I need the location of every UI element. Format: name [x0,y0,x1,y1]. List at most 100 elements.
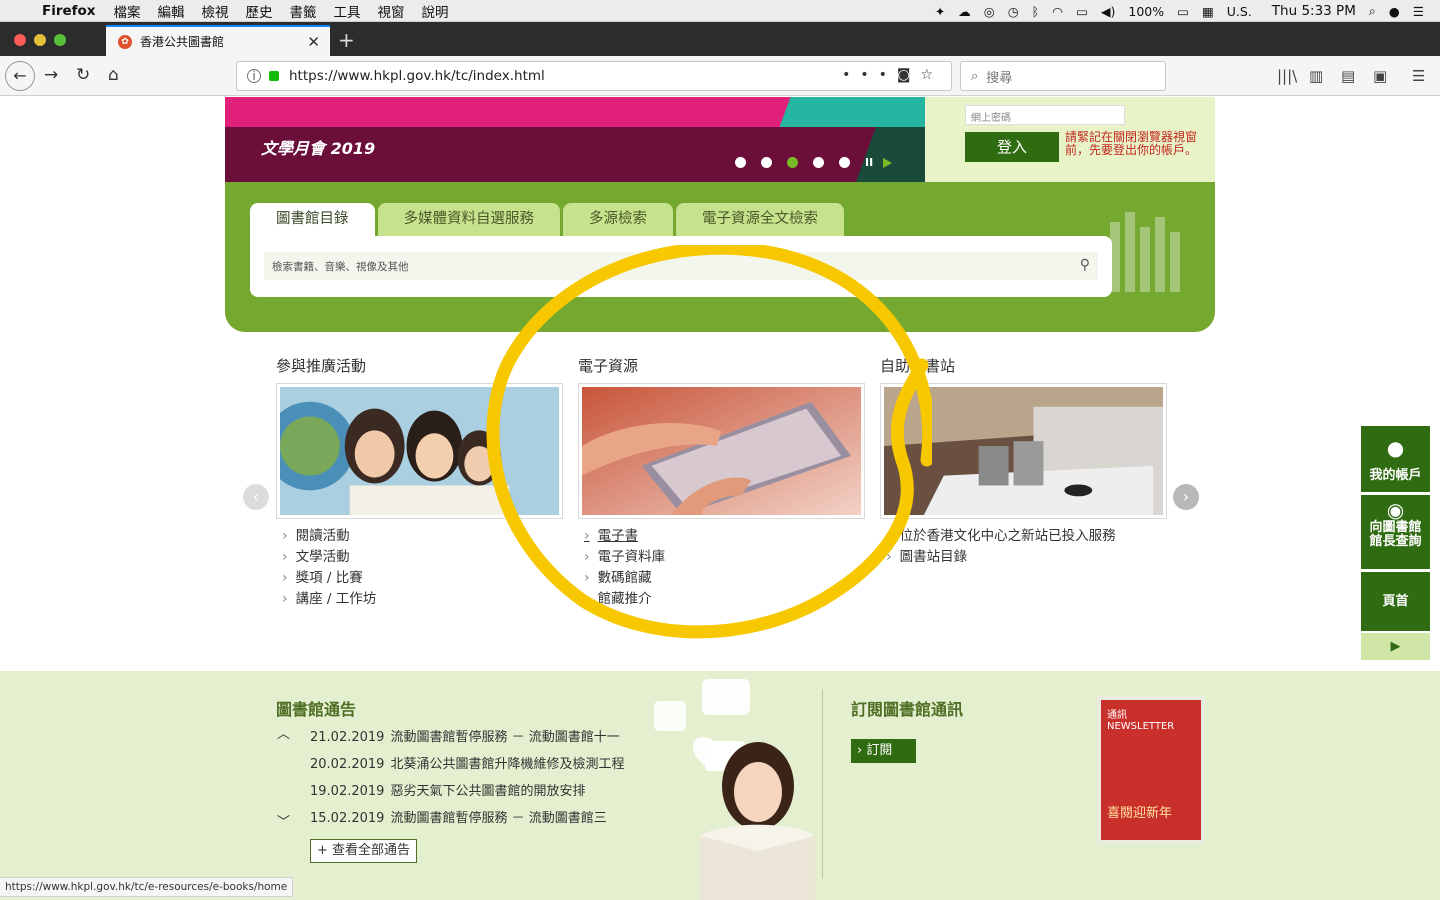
siri-icon[interactable]: ● [1389,4,1400,19]
notice-item[interactable]: 15.02.2019 流動圖書館暫停服務 － 流動圖書館三 [310,805,624,832]
carousel-prev-icon[interactable]: ‹ [243,484,269,510]
pause-icon[interactable]: II [865,156,873,169]
link-collection-highlights[interactable]: 館藏推介 [584,589,665,610]
menu-bookmarks[interactable]: 書籤 [290,1,317,21]
carousel-dot[interactable] [839,157,850,168]
battery-percent[interactable]: 100% [1128,4,1164,19]
scroll-up-icon[interactable]: ︿ [277,723,290,742]
battery-icon[interactable]: ▭ [1177,4,1189,19]
browser-tabstrip: ✿ 香港公共圖書館 ✕ + [0,22,1440,56]
menubar-status-area: ✦ ☁ ◎ ◷ ᛒ ◠ ▭ ◀) 100% ▭ ▦ U.S. Thu 5:33 … [922,0,1440,22]
bookmark-star-icon[interactable]: ☆ [920,67,943,83]
reload-button[interactable]: ↻ [76,65,90,85]
notification-center-icon[interactable]: ☰ [1413,4,1424,19]
expand-arrow-icon[interactable]: ▶ [1361,633,1430,660]
banner-stripe [779,97,925,127]
notice-item[interactable]: 21.02.2019 流動圖書館暫停服務 － 流動圖書館十一 [310,724,624,751]
password-field[interactable]: 網上密碼 [965,105,1125,125]
link-awards-competitions[interactable]: 獎項 / 比賽 [282,568,376,589]
carousel-dot[interactable] [813,157,824,168]
carousel-next-icon[interactable]: › [1173,484,1199,510]
clock[interactable]: Thu 5:33 PM [1272,3,1356,19]
ask-librarian-button[interactable]: ◉ 向圖書館館長查詢 [1361,495,1430,569]
tab-multimedia-service[interactable]: 多媒體資料自選服務 [377,203,560,236]
spotlight-icon[interactable]: ⌕ [1369,3,1376,19]
eresources-image[interactable] [578,383,865,519]
tab-library-catalog[interactable]: 圖書館目錄 [250,203,375,236]
reader-icon[interactable]: ▤ [1341,67,1355,85]
back-button[interactable]: ← [5,61,35,91]
subscribe-button[interactable]: › 訂閱 [851,739,916,763]
forward-button[interactable]: → [44,65,58,85]
play-icon[interactable] [883,157,893,168]
carousel-dot-active[interactable] [787,157,798,168]
menu-tools[interactable]: 工具 [334,1,361,21]
search-input[interactable]: ⌕ 搜尋 [960,61,1166,91]
menu-edit[interactable]: 編輯 [158,1,185,21]
tab-eresources-fulltext[interactable]: 電子資源全文檢索 [676,203,844,236]
creative-cloud-icon[interactable]: ◎ [984,4,995,19]
menu-window[interactable]: 視窗 [378,1,405,21]
extension-icon[interactable]: ▣ [1373,67,1387,85]
close-window-button[interactable] [14,34,26,46]
hero-banner[interactable]: 文學月會 2019 II [225,97,925,182]
hamburger-menu-icon[interactable]: ☰ [1412,67,1425,85]
volume-icon[interactable]: ◀) [1101,4,1116,19]
lock-icon[interactable] [269,71,279,81]
notice-item[interactable]: 20.02.2019 北葵涌公共圖書館升降機維修及檢測工程 [310,751,624,778]
newsletter-cover[interactable]: 通訊 NEWSLETTER 喜閱迎新年 [1097,696,1205,844]
tab-hkpl[interactable]: ✿ 香港公共圖書館 ✕ [106,25,330,56]
menubar-app-name[interactable]: Firefox [42,3,96,19]
menu-help[interactable]: 說明 [422,1,449,21]
menu-view[interactable]: 檢視 [202,1,229,21]
input-source[interactable]: U.S. [1227,4,1252,19]
catalog-search-panel: 圖書館目錄 多媒體資料自選服務 多源檢索 電子資源全文檢索 檢索書籍、音樂、視像… [225,182,1215,332]
search-icon[interactable]: ⚲ [1080,257,1090,273]
site-info-icon[interactable]: i [247,69,261,83]
self-service-image[interactable] [880,383,1167,519]
carousel-dot[interactable] [761,157,772,168]
page-actions-icon[interactable]: ••• [842,67,897,83]
new-tab-icon[interactable]: + [338,28,355,52]
close-tab-icon[interactable]: ✕ [307,33,320,51]
bluetooth-icon[interactable]: ᛒ [1032,4,1040,19]
carousel-dot[interactable] [735,157,746,168]
library-icon[interactable]: |||\ [1277,67,1297,85]
home-button[interactable]: ⌂ [108,65,119,85]
time-machine-icon[interactable]: ◷ [1008,4,1019,19]
address-bar[interactable]: i https://www.hkpl.gov.hk/tc/index.html … [236,61,952,91]
back-to-top-button[interactable]: 頁首 [1361,572,1430,631]
link-digital-collections[interactable]: 數碼館藏 [584,568,665,589]
menu-history[interactable]: 歷史 [246,1,273,21]
activities-image[interactable] [265,383,563,519]
zoom-window-button[interactable] [54,34,66,46]
sidebar-icon[interactable]: ▥ [1309,67,1323,85]
link-station-directory[interactable]: 圖書站目錄 [886,547,1116,568]
link-databases[interactable]: 電子資料庫 [584,547,666,568]
dropbox-icon[interactable]: ✦ [935,4,945,19]
my-account-button[interactable]: ● 我的帳戶 [1361,426,1430,492]
login-button[interactable]: 登入 [965,132,1059,162]
notice-item[interactable]: 19.02.2019 惡劣天氣下公共圖書館的開放安排 [310,778,624,805]
link-ebooks[interactable]: 電子書 [584,526,665,547]
self-service-links: 位於香港文化中心之新站已投入服務 圖書站目錄 [886,526,1116,568]
scroll-down-icon[interactable]: ﹀ [277,811,290,830]
link-reading-activities[interactable]: 閱讀活動 [282,526,376,547]
cloud-upload-icon[interactable]: ☁ [958,4,971,19]
wifi-icon[interactable]: ◠ [1052,4,1063,19]
catalog-search-input[interactable]: 檢索書籍、音樂、視像及其他 [264,252,1098,280]
minimize-window-button[interactable] [34,34,46,46]
view-all-notices-button[interactable]: + 查看全部通告 [310,839,418,863]
flag-icon[interactable]: ▦ [1202,4,1214,19]
search-placeholder: 搜尋 [986,70,1013,86]
browser-status-url: https://www.hkpl.gov.hk/tc/e-resources/e… [0,877,294,897]
link-talks-workshops[interactable]: 講座 / 工作坊 [282,589,377,610]
tab-multi-source-search[interactable]: 多源檢索 [563,203,673,236]
link-new-station[interactable]: 位於香港文化中心之新站已投入服務 [886,526,1116,547]
airplay-icon[interactable]: ▭ [1076,4,1088,19]
link-literary-activities[interactable]: 文學活動 [282,547,376,568]
pocket-icon[interactable]: ◙ [897,67,921,83]
section-title-activities: 參與推廣活動 [276,357,367,375]
menu-file[interactable]: 檔案 [114,1,141,21]
url-text[interactable]: https://www.hkpl.gov.hk/tc/index.html [289,68,545,84]
